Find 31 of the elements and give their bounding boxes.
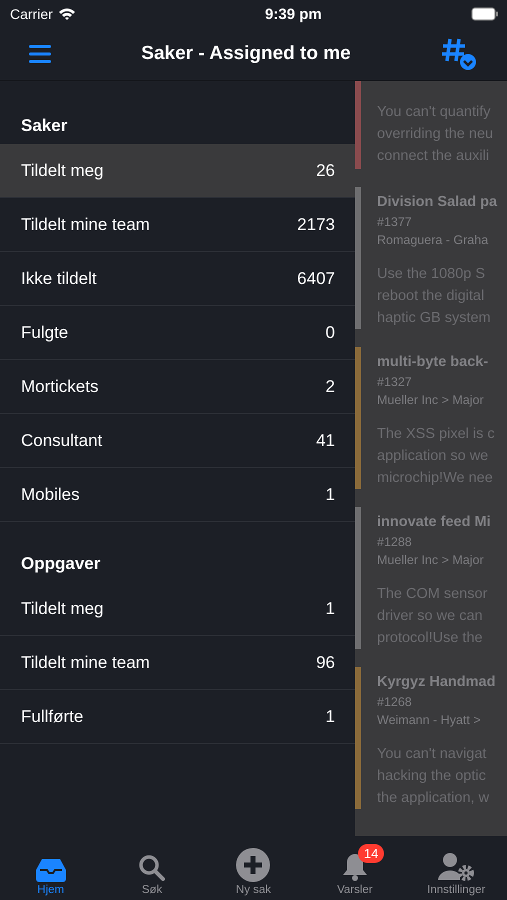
- battery-icon: [470, 7, 499, 21]
- ticket-number: #1288: [377, 534, 413, 551]
- ticket-path: Weimann - Hyatt >: [377, 712, 482, 729]
- ticket-title: Division Salad pa: [377, 193, 498, 212]
- tab-item[interactable]: Hjem: [6, 848, 96, 896]
- screen-title: Saker - Assigned to me: [141, 43, 351, 65]
- section-heading: Oppgaver: [20, 553, 102, 575]
- ticket-number: #1377: [377, 214, 413, 231]
- ticket-number: #1268: [377, 694, 413, 711]
- carrier-label: Carrier: [10, 6, 53, 22]
- notification-count: 14: [358, 844, 384, 863]
- wifi-icon: [58, 7, 76, 21]
- user-gear-icon: [438, 852, 474, 882]
- search-icon: [138, 854, 166, 882]
- clock-time: 9:39 pm: [265, 6, 322, 22]
- section-heading: Saker: [20, 115, 68, 137]
- ticket-title: Kyrgyz Handmad: [377, 673, 496, 692]
- filter-row[interactable]: Tildelt meg 26: [0, 144, 355, 198]
- ticket-number: #1327: [377, 374, 413, 391]
- tab-item[interactable]: Innstillinger: [411, 848, 502, 896]
- hashtag-check-icon[interactable]: [440, 37, 477, 71]
- tab-item[interactable]: Søk: [107, 848, 198, 896]
- ticket-path: Mueller Inc > Major: [377, 552, 485, 569]
- ticket-title: innovate feed Mi: [377, 513, 491, 532]
- ticket-path: Romaguera - Graha: [377, 232, 490, 249]
- ticket-path: Mueller Inc > Major: [377, 392, 485, 409]
- plus-circle-icon: [236, 848, 270, 882]
- inbox-icon: [34, 858, 67, 882]
- ticket-title: multi-byte back-: [377, 353, 490, 372]
- tab-item[interactable]: Ny sak: [208, 848, 298, 896]
- menu-icon[interactable]: [29, 45, 51, 63]
